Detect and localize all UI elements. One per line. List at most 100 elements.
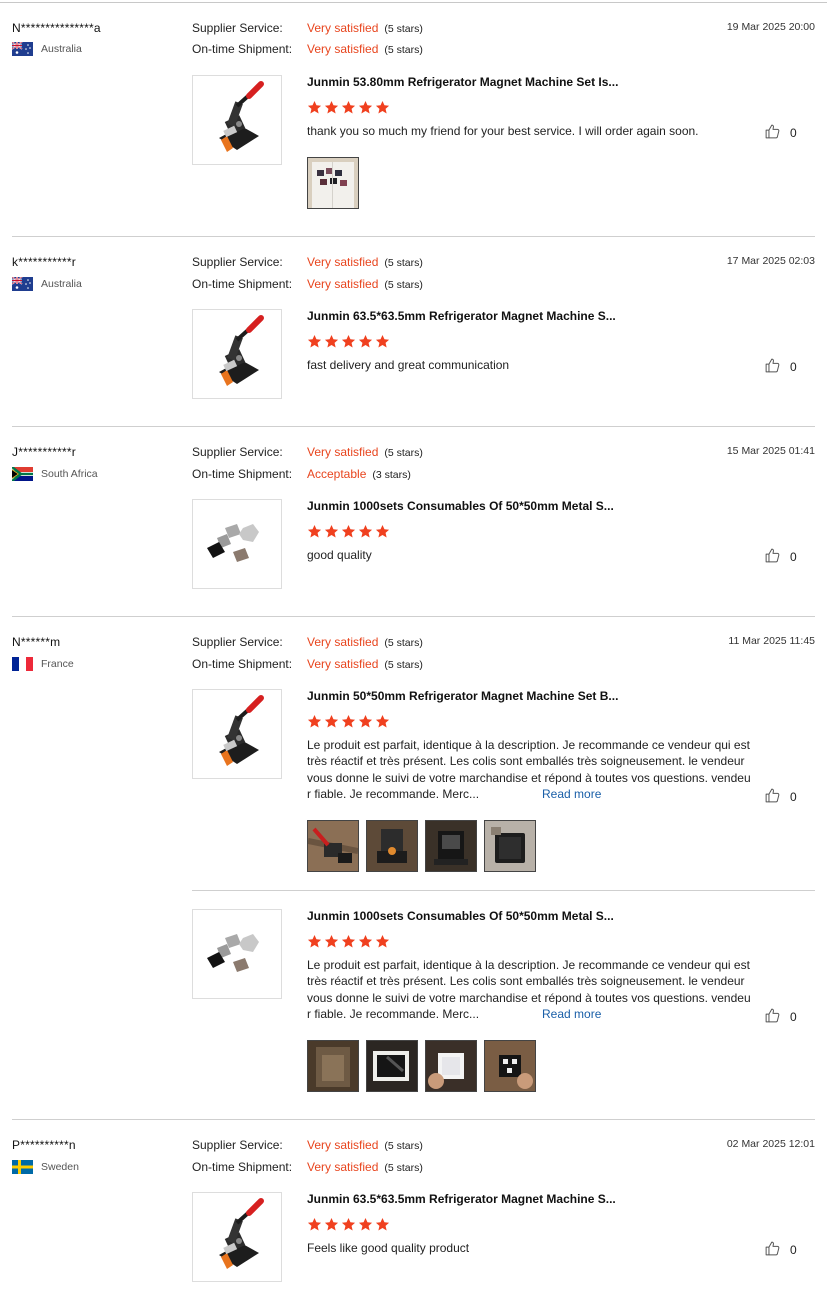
supplier-service-rating: Supplier Service: Very satisfied (5 star…: [192, 21, 423, 35]
review-photo[interactable]: [425, 820, 477, 872]
like-button[interactable]: 0: [764, 787, 797, 807]
star-icon: [341, 524, 356, 539]
star-icon: [375, 334, 390, 349]
product-thumbnail[interactable]: [192, 309, 282, 399]
like-count: 0: [790, 126, 797, 140]
star-icon: [358, 524, 373, 539]
shipment-rating: On-time Shipment: Acceptable (3 stars): [192, 467, 411, 481]
shipment-value: Very satisfied: [307, 42, 379, 56]
product-title[interactable]: Junmin 63.5*63.5mm Refrigerator Magnet M…: [307, 1192, 616, 1206]
like-count: 0: [790, 1243, 797, 1257]
supplier-service-stars: (5 stars): [384, 23, 423, 35]
thumbs-up-icon: [764, 1240, 781, 1260]
buyer-country: Australia: [12, 277, 82, 291]
shipment-label: On-time Shipment:: [192, 467, 293, 481]
top-divider: [0, 2, 827, 3]
review-text-line: r fiable. Je recommande. Merc...: [307, 786, 480, 801]
star-rating: [307, 934, 390, 949]
review-photo[interactable]: [307, 820, 359, 872]
product-thumbnail[interactable]: [192, 909, 282, 999]
country-label: Australia: [41, 278, 82, 290]
supplier-service-value: Very satisfied: [307, 445, 379, 459]
press-machine-image: [197, 1195, 277, 1280]
shipment-label: On-time Shipment:: [192, 657, 293, 671]
shipment-label: On-time Shipment:: [192, 1160, 293, 1174]
star-rating: [307, 524, 390, 539]
like-count: 0: [790, 360, 797, 374]
review-text: Feels like good quality product: [307, 1241, 470, 1255]
star-icon: [358, 714, 373, 729]
star-icon: [324, 934, 339, 949]
supplier-service-stars: (5 stars): [384, 257, 423, 269]
star-icon: [375, 524, 390, 539]
review-divider: [12, 236, 815, 237]
review-photo[interactable]: [307, 157, 359, 209]
buyer-name: P**********n: [12, 1138, 76, 1152]
supplier-service-label: Supplier Service:: [192, 255, 283, 269]
product-thumbnail[interactable]: [192, 689, 282, 779]
review-text-line: vous donne le suivi de votre marchandise…: [307, 770, 751, 785]
like-button[interactable]: 0: [764, 123, 797, 143]
product-thumbnail[interactable]: [192, 75, 282, 165]
supplier-service-value: Very satisfied: [307, 1138, 379, 1152]
review-photo[interactable]: [425, 1040, 477, 1092]
review-photo[interactable]: [366, 1040, 418, 1092]
star-icon: [358, 100, 373, 115]
shipment-stars: (5 stars): [384, 279, 423, 291]
thumbs-up-icon: [764, 123, 781, 143]
like-button[interactable]: 0: [764, 1007, 797, 1027]
buyer-country: South Africa: [12, 467, 98, 481]
review-photo[interactable]: [307, 1040, 359, 1092]
supplier-service-rating: Supplier Service: Very satisfied (5 star…: [192, 635, 423, 649]
machine-photo-2: [367, 821, 417, 871]
supplier-service-value: Very satisfied: [307, 635, 379, 649]
product-title[interactable]: Junmin 1000sets Consumables Of 50*50mm M…: [307, 909, 614, 923]
shipment-value: Acceptable: [307, 467, 367, 481]
shipment-stars: (5 stars): [384, 44, 423, 56]
country-label: Australia: [41, 43, 82, 55]
product-title[interactable]: Junmin 50*50mm Refrigerator Magnet Machi…: [307, 689, 618, 703]
star-icon: [307, 334, 322, 349]
country-label: Sweden: [41, 1161, 79, 1173]
shipment-label: On-time Shipment:: [192, 277, 293, 291]
buyer-name: k***********r: [12, 255, 76, 269]
star-icon: [324, 100, 339, 115]
review-photo[interactable]: [366, 820, 418, 872]
review-text: Le produit est parfait, identique à la d…: [307, 737, 767, 802]
product-title[interactable]: Junmin 63.5*63.5mm Refrigerator Magnet M…: [307, 309, 616, 323]
supplier-service-rating: Supplier Service: Very satisfied (5 star…: [192, 445, 423, 459]
star-icon: [324, 334, 339, 349]
review-photo[interactable]: [484, 820, 536, 872]
like-button[interactable]: 0: [764, 1240, 797, 1260]
review-text-line: Le produit est parfait, identique à la d…: [307, 958, 750, 972]
product-thumbnail[interactable]: [192, 1192, 282, 1282]
review-date: 02 Mar 2025 12:01: [726, 1138, 815, 1150]
read-more-link[interactable]: Read more: [542, 786, 601, 802]
supplier-service-rating: Supplier Service: Very satisfied (5 star…: [192, 255, 423, 269]
supplier-service-stars: (5 stars): [384, 1140, 423, 1152]
review-divider: [12, 616, 815, 617]
review-photos: [307, 157, 359, 209]
machine-photo-3: [426, 821, 476, 871]
star-icon: [324, 1217, 339, 1232]
buyer-name: N******m: [12, 635, 61, 649]
like-button[interactable]: 0: [764, 547, 797, 567]
review-divider: [12, 426, 815, 427]
read-more-link[interactable]: Read more: [542, 1006, 601, 1022]
star-icon: [375, 100, 390, 115]
shipment-rating: On-time Shipment: Very satisfied (5 star…: [192, 1160, 423, 1174]
product-title[interactable]: Junmin 1000sets Consumables Of 50*50mm M…: [307, 499, 614, 513]
star-icon: [341, 1217, 356, 1232]
sweden-flag-icon: [12, 1160, 33, 1174]
shipment-label: On-time Shipment:: [192, 42, 293, 56]
buyer-country: Australia: [12, 42, 82, 56]
like-count: 0: [790, 1010, 797, 1024]
review-text: good quality: [307, 548, 372, 562]
product-title[interactable]: Junmin 53.80mm Refrigerator Magnet Machi…: [307, 75, 618, 89]
like-button[interactable]: 0: [764, 357, 797, 377]
shipment-rating: On-time Shipment: Very satisfied (5 star…: [192, 42, 423, 56]
review-text-line: r fiable. Je recommande. Merc...: [307, 1006, 480, 1021]
product-thumbnail[interactable]: [192, 499, 282, 589]
australia-flag-icon: [12, 42, 33, 56]
review-photo[interactable]: [484, 1040, 536, 1092]
